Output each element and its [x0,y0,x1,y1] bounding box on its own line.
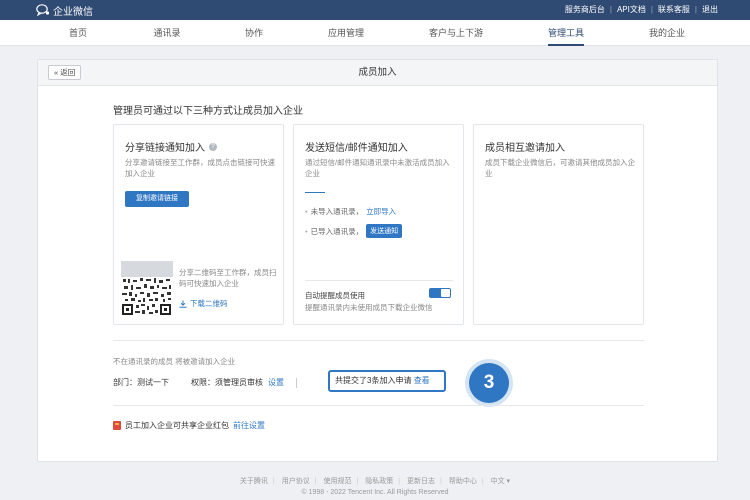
auto-remind-toggle[interactable] [429,288,451,298]
permission-value: 须管理员审核 [215,378,263,387]
accent-line [305,192,325,193]
settings-link[interactable]: 设置 [268,377,284,388]
share-link-desc: 分享邀请链接至工作群，成员点击链接可快速加入企业 [125,158,275,178]
red-packet-icon [113,421,121,430]
divider [305,280,453,281]
divider: | [650,5,653,14]
qr-code-icon[interactable] [121,277,173,317]
footer-link-help[interactable]: 帮助中心 [449,478,477,485]
page-title: 成员加入 [358,67,397,78]
not-imported-text: 未导入通讯录， [310,207,364,216]
download-qr-link[interactable]: 下载二维码 [179,298,228,309]
tab-my-enterprise[interactable]: 我的企业 [649,20,685,46]
applications-text: 共提交了3条加入申请 [335,376,412,385]
mutual-invite-panel: 成员相互邀请加入 成员下载企业微信后，可邀请其他成员加入企业 [473,124,644,325]
qr-code-area [121,261,173,317]
footer-links: 关于腾讯 | 用户协议 | 使用规范 | 隐私政策 | 更新日志 | 帮助中心 | 中文 ▾ [0,476,750,486]
not-in-contacts-text: 不在通讯录的成员 将被邀请加入企业 [113,357,236,366]
share-link-title-text: 分享链接通知加入 [125,143,205,154]
tab-customers[interactable]: 客户与上下游 [429,20,483,46]
copyright: © 1998 - 2022 Tencent Inc. All Rights Re… [301,489,449,496]
copy-invite-link-button[interactable]: 复制邀请链接 [125,191,189,207]
not-imported-option: • 未导入通讯录， 立即导入 [305,206,396,217]
imported-option: • 已导入通讯录， 发送通知 [305,224,403,238]
auto-remind-label: 自动提醒成员使用 [305,291,365,300]
mutual-invite-desc: 成员下载企业微信后，可邀请其他成员加入企业 [485,158,635,178]
join-settings-row: 部门： 测试一下 权限： 须管理员审核 设置 [113,377,309,388]
tab-management-tools[interactable]: 管理工具 [547,20,585,46]
mutual-invite-title: 成员相互邀请加入 [485,143,565,154]
help-icon[interactable]: ? [209,142,217,151]
dept-value: 测试一下 [137,378,169,387]
logo-text: 企业微信 [53,6,93,18]
go-settings-link[interactable]: 前往设置 [233,420,265,431]
auto-remind-desc: 提醒通讯录内未使用成员下载企业微信 [305,303,433,312]
footer-link-rules[interactable]: 使用规范 [323,478,351,485]
divider: | [272,478,275,485]
sms-email-desc: 通过短信/邮件通知通讯录中未激活成员加入企业 [305,158,450,178]
member-join-card: « 返回 成员加入 管理员可通过以下三种方式让成员加入企业 分享链接通知加入 ?… [37,59,718,462]
intro-text: 管理员可通过以下三种方式让成员加入企业 [113,106,303,117]
permission-label: 权限： [191,378,215,387]
toggle-knob [441,289,450,297]
tab-app-management[interactable]: 应用管理 [328,20,364,46]
contact-support-link[interactable]: 联系客服 [658,4,690,15]
card-header: « 返回 成员加入 [38,60,717,86]
bullet: • [305,226,308,236]
applications-box: 共提交了3条加入申请 查看 [328,370,446,392]
tab-home[interactable]: 首页 [69,20,87,46]
red-packet-row: 员工加入企业可共享企业红包 前往设置 [113,420,265,431]
send-notification-button[interactable]: 发送通知 [366,224,403,238]
divider: | [440,478,442,485]
footer-link-privacy[interactable]: 隐私政策 [365,478,393,485]
divider: | [356,478,359,485]
tab-contacts[interactable]: 通讯录 [153,20,180,46]
red-packet-text: 员工加入企业可共享企业红包 [125,421,229,430]
share-link-panel: 分享链接通知加入 ? 分享邀请链接至工作群，成员点击链接可快速加入企业 复制邀请… [113,124,284,325]
bullet: • [305,207,308,216]
main-nav: 首页 通讯录 协作 应用管理 客户与上下游 管理工具 我的企业 [0,20,750,46]
imported-text: 已导入通讯录， [310,226,364,236]
qr-desc: 分享二维码至工作群，成员扫码可快速加入企业 [179,268,277,288]
language-select[interactable]: 中文 ▾ [491,478,510,485]
provider-console-link[interactable]: 服务商后台 [565,4,605,15]
qr-placeholder [121,261,173,277]
step-badge: 3 [469,363,509,403]
footer-link-changelog[interactable]: 更新日志 [407,478,435,485]
wecom-logo-icon [36,4,50,16]
logo[interactable]: 企业微信 [36,3,93,18]
share-link-title: 分享链接通知加入 ? [125,139,217,154]
divider: | [694,5,697,14]
footer-link-terms[interactable]: 用户协议 [282,478,310,485]
view-applications-link[interactable]: 查看 [414,376,430,385]
import-now-link[interactable]: 立即导入 [366,206,396,217]
download-qr-label: 下载二维码 [190,299,228,308]
footer-link-about[interactable]: 关于腾讯 [240,478,268,485]
divider [296,377,297,388]
sms-email-title: 发送短信/邮件通知加入 [305,143,408,154]
divider: | [481,478,484,485]
top-links: 服务商后台 | API文档 | 联系客服 | 退出 [565,4,718,15]
divider: | [314,478,317,485]
divider: | [398,478,401,485]
divider: | [609,5,612,14]
dept-label: 部门： [113,378,137,387]
section-divider [113,405,644,406]
top-bar: 企业微信 服务商后台 | API文档 | 联系客服 | 退出 [0,0,750,20]
section-divider [113,340,644,341]
tab-collaboration[interactable]: 协作 [245,20,263,46]
logout-link[interactable]: 退出 [702,4,718,15]
api-docs-link[interactable]: API文档 [617,4,646,15]
download-icon [179,300,187,308]
sms-email-panel: 发送短信/邮件通知加入 通过短信/邮件通知通讯录中未激活成员加入企业 • 未导入… [293,124,464,325]
